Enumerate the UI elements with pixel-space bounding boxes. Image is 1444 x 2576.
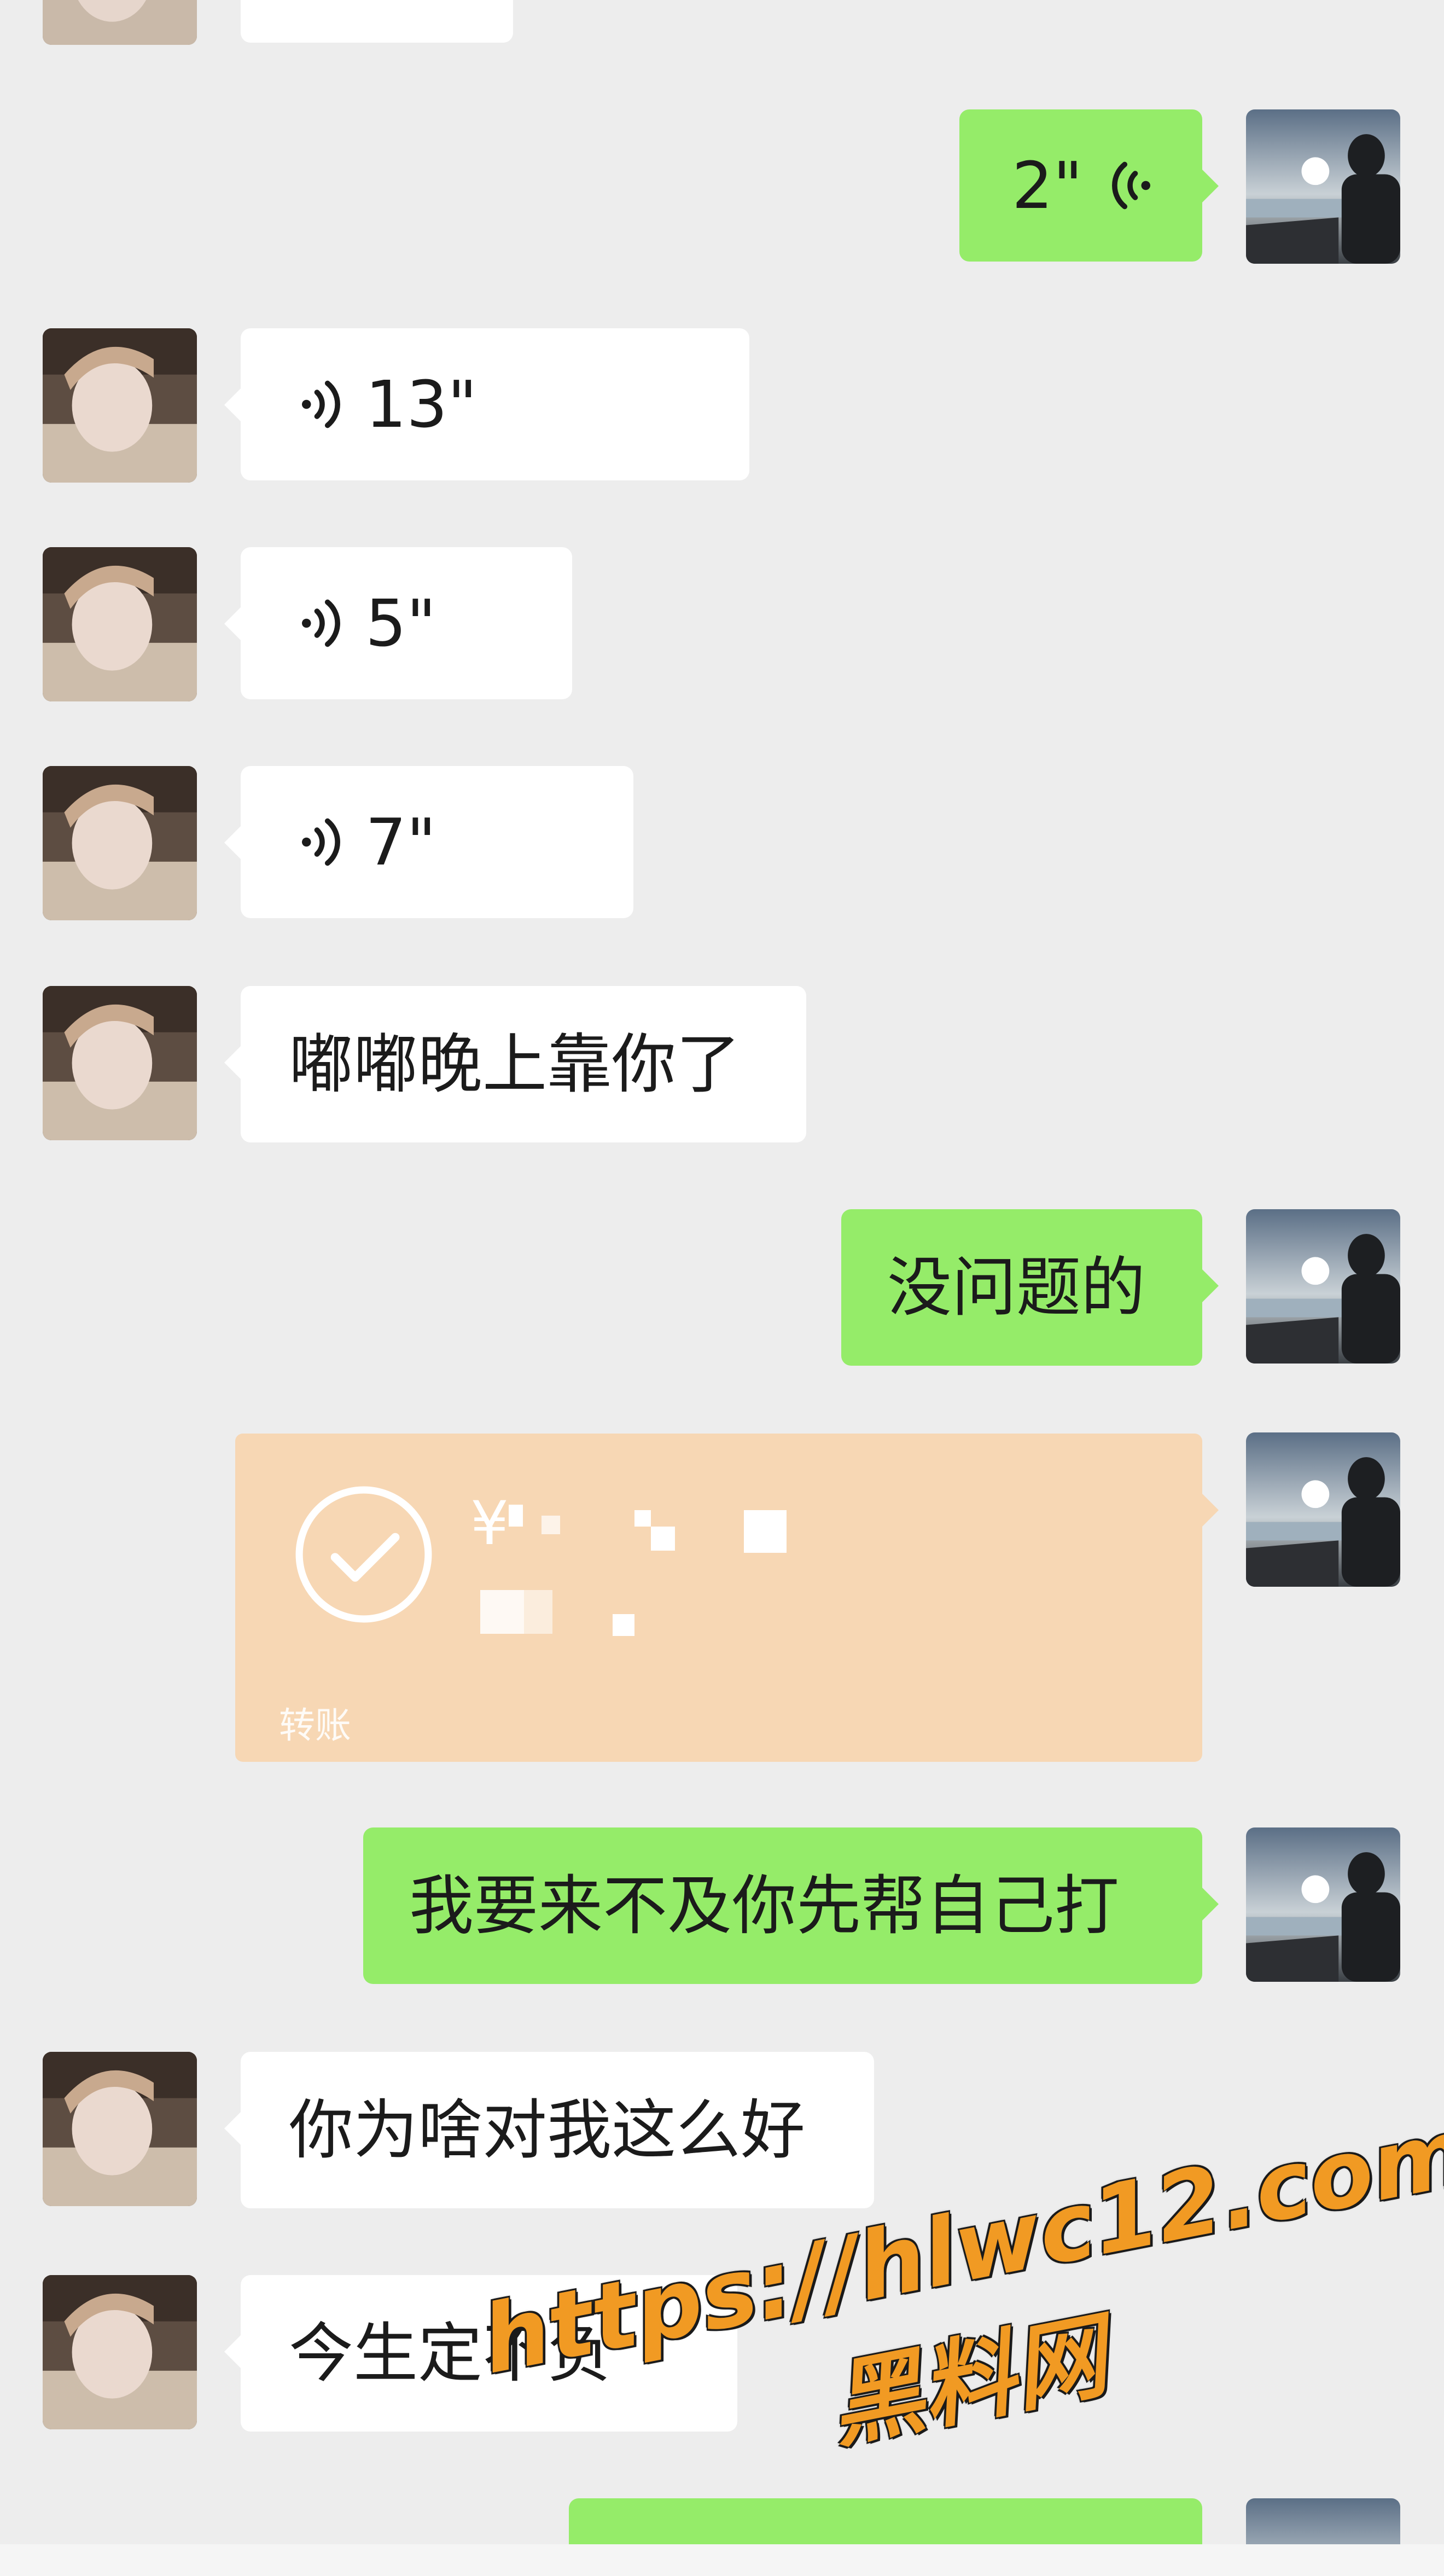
text-message-outgoing[interactable]: 我要来不及你先帮自己打	[363, 1827, 1219, 1984]
mosaic-block	[613, 1614, 634, 1636]
voice-message-outgoing[interactable]: 2"	[959, 109, 1219, 262]
voice-message-incoming[interactable]: 13"	[224, 328, 749, 480]
friend-avatar[interactable]	[43, 328, 197, 483]
voice-duration: 13"	[365, 367, 478, 442]
text-message-incoming[interactable]: 今生定不负	[224, 2275, 737, 2432]
voice-message-incoming[interactable]: 5"	[224, 547, 572, 699]
voice-wave-icon	[295, 374, 345, 434]
watermark-name: 黑料网	[820, 2301, 1115, 2462]
mosaic-block	[509, 1505, 523, 1527]
my-avatar[interactable]	[1246, 109, 1400, 264]
mosaic-block	[480, 1590, 524, 1634]
transfer-label: 转账	[279, 1704, 351, 1747]
text-message-incoming[interactable]: 嘟嘟晚上靠你了	[224, 986, 806, 1142]
bottom-edge	[0, 2544, 1444, 2576]
check-circle-icon	[292, 1483, 435, 1626]
my-avatar[interactable]	[1246, 1209, 1400, 1364]
mosaic-block	[542, 1516, 560, 1534]
voice-duration: 5"	[365, 585, 436, 661]
transfer-message-outgoing[interactable]: ¥ 转账	[235, 1434, 1219, 1762]
text-message-outgoing[interactable]: 没问题的	[841, 1209, 1219, 1366]
voice-message-incoming[interactable]: 7"	[224, 766, 633, 918]
message-text: 今生定不负	[289, 2316, 612, 2391]
friend-avatar[interactable]	[43, 766, 197, 920]
voice-wave-icon	[295, 593, 345, 653]
my-avatar[interactable]	[1246, 1827, 1400, 1982]
mosaic-block	[524, 1590, 552, 1634]
message-text: 嘟嘟晚上靠你了	[289, 1026, 741, 1102]
mosaic-block	[634, 1510, 651, 1527]
text-message-incoming[interactable]: 你为啥对我这么好	[224, 2052, 874, 2208]
voice-duration: 2"	[1012, 148, 1083, 223]
voice-wave-icon	[1108, 155, 1157, 216]
chat-view: 2" 13" 5" 7" 嘟嘟晚上靠你了 没问题的 ¥ 转账 我要来不及你先帮自…	[0, 0, 1444, 2576]
mosaic-block	[651, 1527, 675, 1551]
voice-wave-icon	[295, 812, 345, 872]
friend-avatar[interactable]	[43, 2275, 197, 2429]
friend-avatar[interactable]	[43, 2052, 197, 2206]
friend-avatar[interactable]	[43, 0, 197, 45]
mosaic-block	[744, 1510, 787, 1553]
message-text: 没问题的	[887, 1250, 1146, 1325]
my-avatar[interactable]	[1246, 1432, 1400, 1587]
message-text: 我要来不及你先帮自己打	[409, 1868, 1120, 1943]
friend-avatar[interactable]	[43, 547, 197, 701]
voice-duration: 7"	[365, 804, 436, 880]
message-text: 你为啥对我这么好	[289, 2092, 806, 2168]
message-bubble-incoming[interactable]	[241, 0, 513, 43]
transfer-currency: ¥	[470, 1488, 509, 1558]
friend-avatar[interactable]	[43, 986, 197, 1140]
